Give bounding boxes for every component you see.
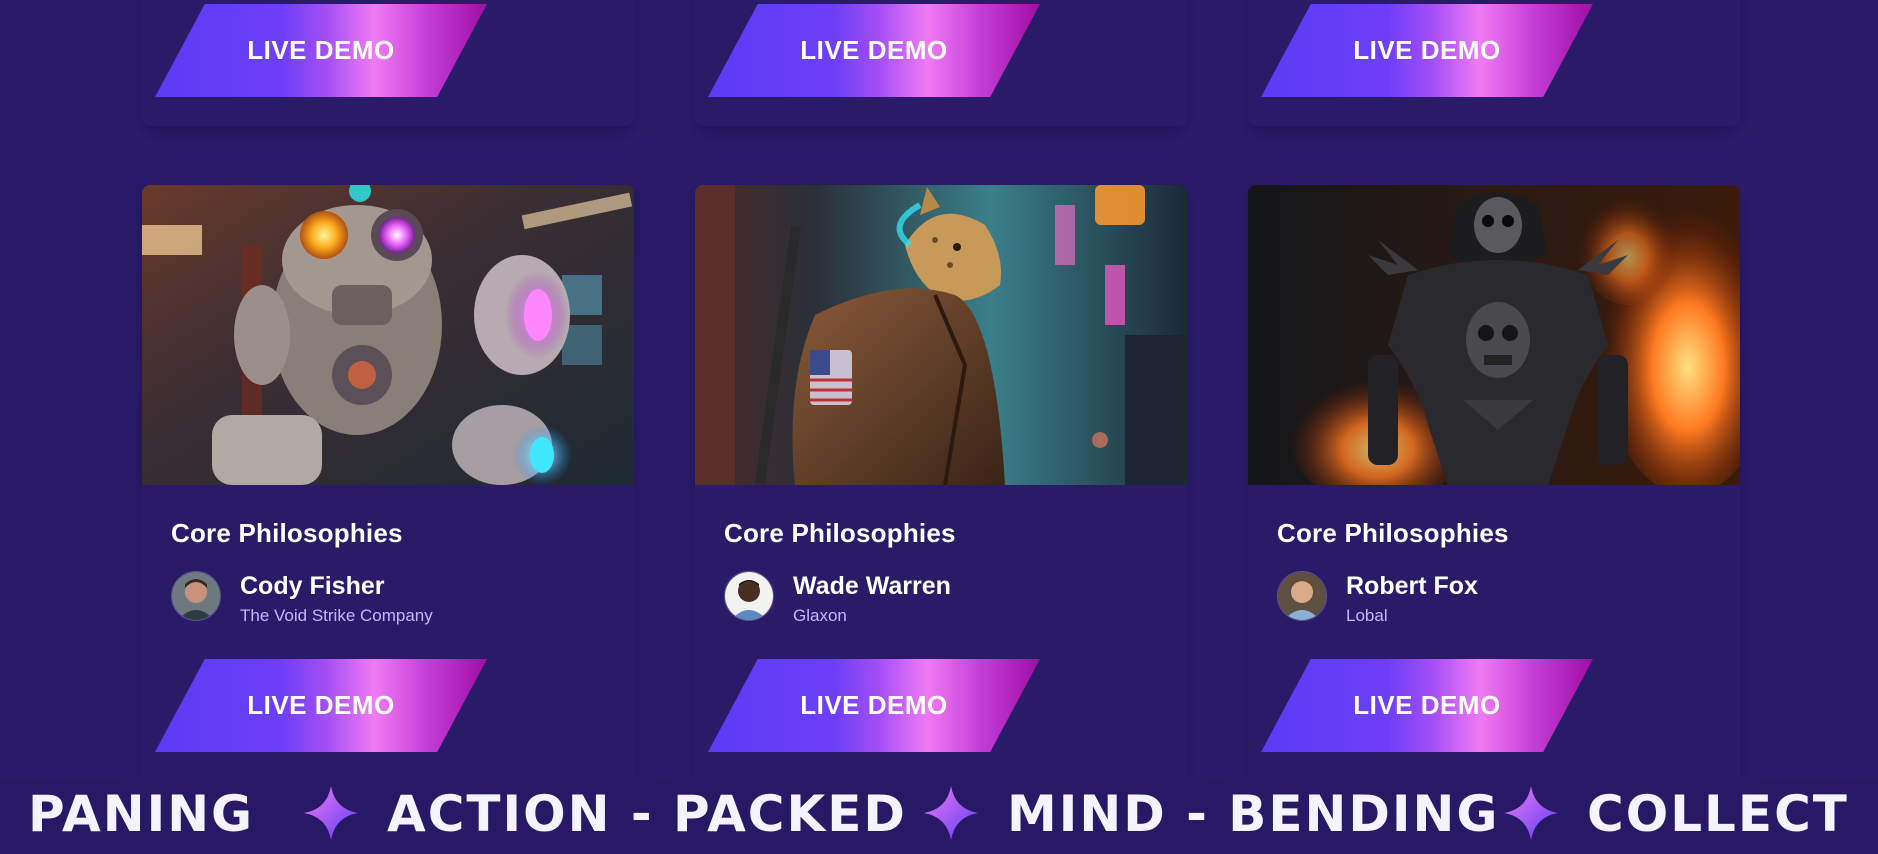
author-name: Robert Fox [1346, 572, 1478, 600]
product-card-top-1: LIVE DEMO [142, 0, 634, 126]
live-demo-button[interactable]: LIVE DEMO [155, 4, 487, 97]
card-title[interactable]: Core Philosophies [1277, 518, 1509, 549]
avatar [724, 571, 774, 621]
product-card-top-3: LIVE DEMO [1248, 0, 1740, 126]
product-card: Core Philosophies Cody Fisher The Void S… [142, 185, 634, 783]
product-card: Core Philosophies Wade Warren Glaxon LIV… [695, 185, 1187, 783]
avatar [1277, 571, 1327, 621]
marquee-word: PANING [30, 785, 255, 843]
leopard-soldier-artwork-image[interactable] [695, 185, 1187, 485]
avatar [171, 571, 221, 621]
sparkle-star-icon [924, 786, 978, 840]
sparkle-star-icon [1504, 786, 1558, 840]
marquee-word: COLLECTI [1587, 785, 1850, 843]
author-name: Cody Fisher [240, 572, 385, 600]
card-title[interactable]: Core Philosophies [724, 518, 956, 549]
marquee-word: MIND - BENDING [1007, 785, 1500, 843]
live-demo-button[interactable]: LIVE DEMO [155, 659, 487, 752]
product-card: Core Philosophies Robert Fox Lobal LIVE … [1248, 185, 1740, 783]
card-title[interactable]: Core Philosophies [171, 518, 403, 549]
marquee-ribbon: PANING ACTION - PACKED MIND - BENDING CO… [0, 777, 1878, 854]
marquee-word: ACTION - PACKED [387, 785, 907, 843]
marquee-track: PANING ACTION - PACKED MIND - BENDING CO… [30, 777, 1850, 854]
live-demo-button[interactable]: LIVE DEMO [708, 659, 1040, 752]
author-company: Lobal [1346, 606, 1388, 625]
author-name: Wade Warren [793, 572, 951, 600]
robot-artwork-image[interactable] [142, 185, 634, 485]
author-company: The Void Strike Company [240, 606, 433, 625]
sparkle-star-icon [304, 786, 358, 840]
live-demo-button[interactable]: LIVE DEMO [708, 4, 1040, 97]
author-company: Glaxon [793, 606, 847, 625]
product-card-top-2: LIVE DEMO [695, 0, 1187, 126]
skull-knight-artwork-image[interactable] [1248, 185, 1740, 485]
live-demo-button[interactable]: LIVE DEMO [1261, 4, 1593, 97]
live-demo-button[interactable]: LIVE DEMO [1261, 659, 1593, 752]
